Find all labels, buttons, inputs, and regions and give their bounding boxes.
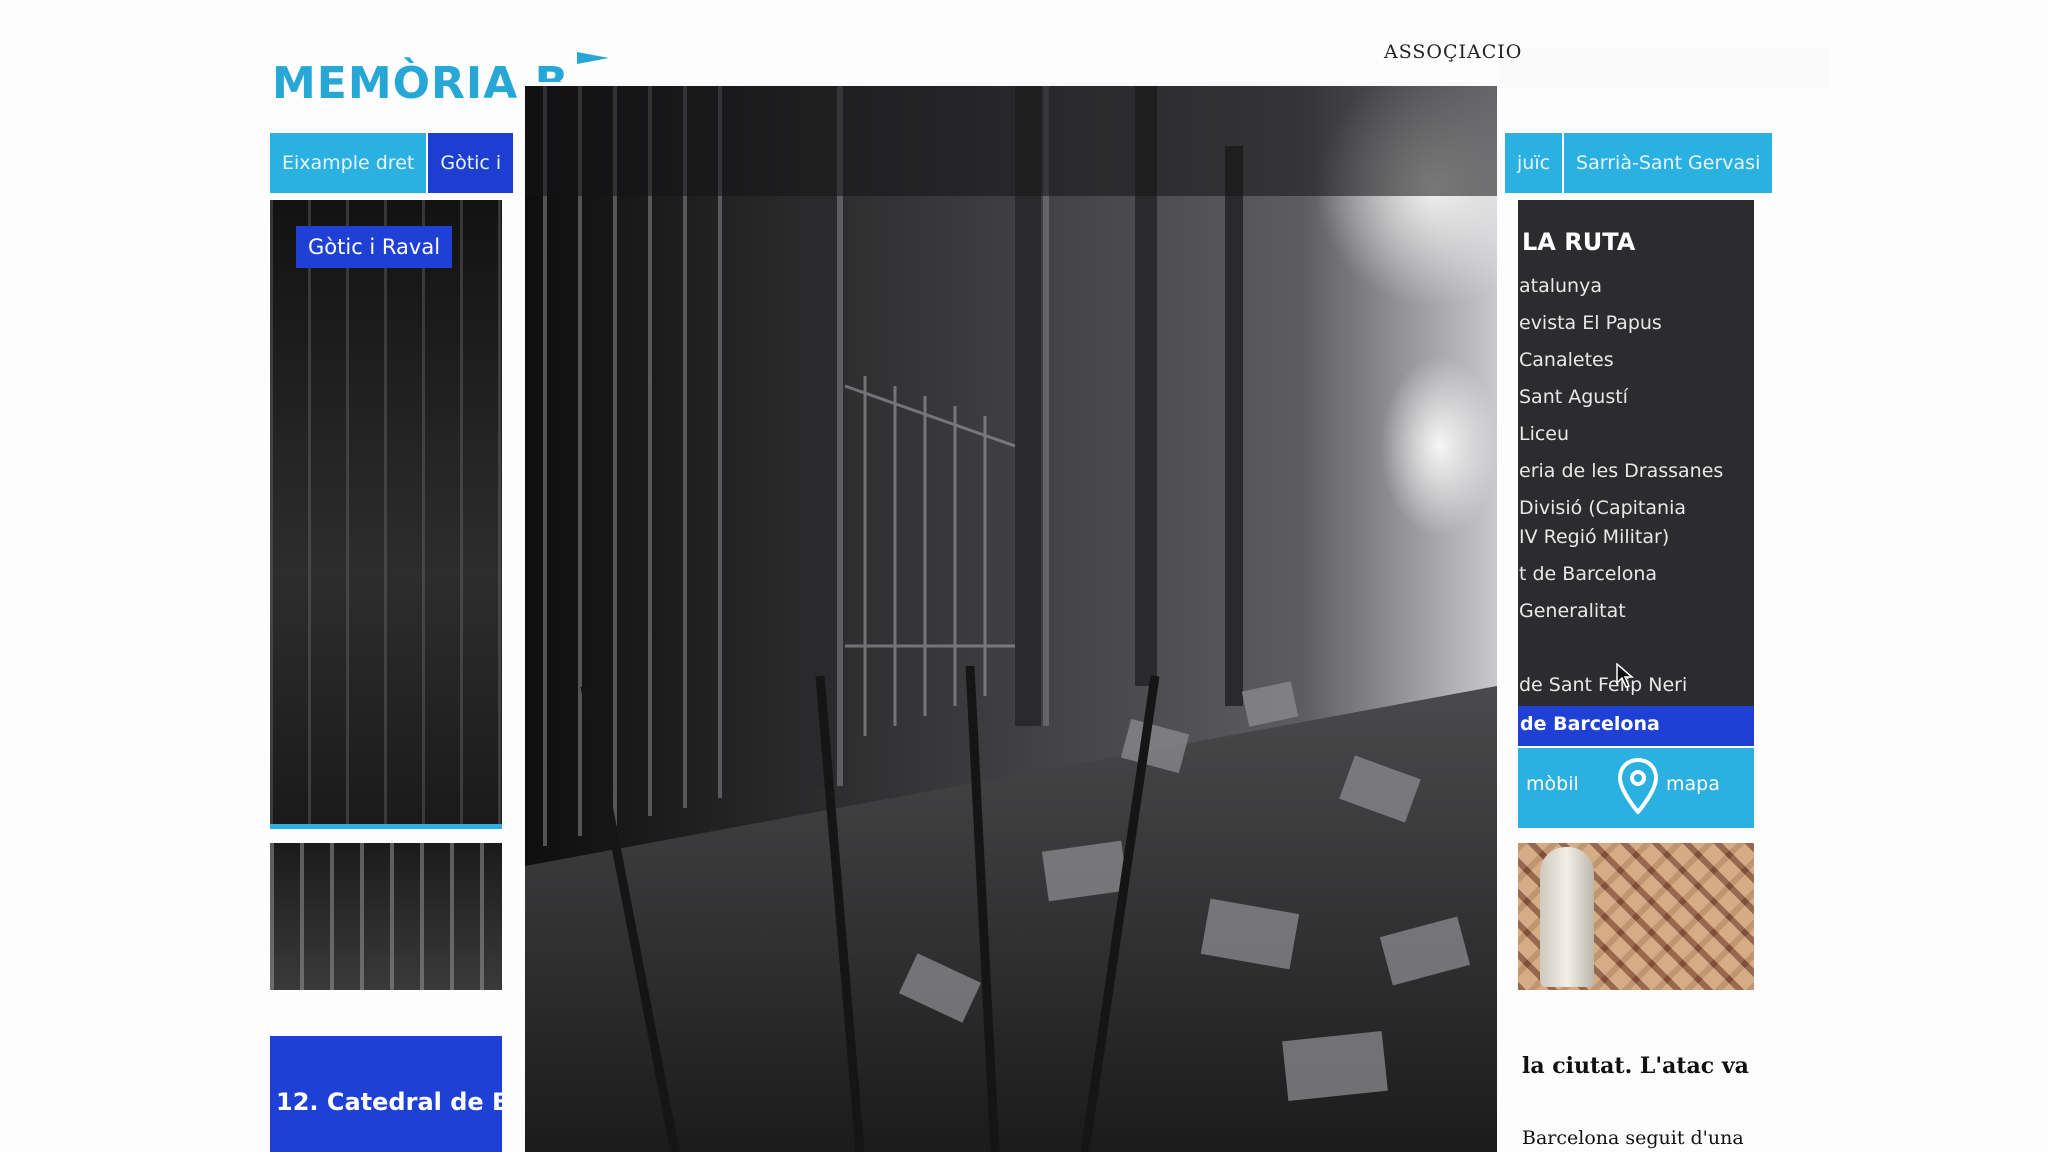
route-item[interactable]: de Sant Felip Neri [1519, 671, 1687, 700]
gallery-thumbnail[interactable] [1518, 843, 1754, 990]
gallery-thumbnail[interactable] [270, 843, 502, 990]
route-actions-bar: mòbil mapa [1518, 748, 1754, 828]
statue-image [1540, 847, 1594, 987]
tab-eixample-dret[interactable]: Eixample dret [270, 133, 429, 193]
stop-title-box: 12. Catedral de Bar [270, 1036, 502, 1152]
route-item[interactable]: atalunya [1519, 272, 1602, 301]
association-link[interactable]: ASSOÇIACIO [1384, 41, 1522, 63]
cursor-icon [1616, 663, 1634, 688]
stop-title: 12. Catedral de Bar [276, 1088, 502, 1116]
map-link[interactable]: mapa [1666, 773, 1720, 795]
header-strip [1500, 48, 1830, 88]
district-nav: Eixample dret Gòtic i [270, 133, 516, 193]
route-item[interactable]: evista El Papus [1519, 309, 1662, 338]
tab-gotic[interactable]: Gòtic i [428, 133, 516, 193]
route-item-active[interactable]: de Barcelona [1518, 706, 1754, 746]
route-item[interactable]: Canaletes [1519, 346, 1614, 375]
route-item[interactable]: Divisió (Capitania [1519, 494, 1686, 523]
mobile-link[interactable]: mòbil [1526, 773, 1579, 795]
lightbox-photo[interactable] [525, 86, 1497, 1152]
route-item[interactable]: Generalitat [1519, 597, 1626, 626]
route-item-active-label: de Barcelona [1520, 713, 1660, 735]
map-pin-icon[interactable] [1618, 758, 1658, 814]
district-nav-right: juïc Sarrià-Sant Gervasi [1505, 133, 1775, 193]
cathedral-ruins-photo [525, 86, 1497, 1152]
route-title: LA RUTA [1522, 228, 1636, 256]
hero-photo[interactable] [270, 200, 502, 829]
lightbox-header [525, 86, 1497, 196]
route-item[interactable]: eria de les Drassanes [1519, 457, 1723, 486]
article-text: la ciutat. L'atac va [1522, 1053, 1749, 1079]
route-item[interactable]: IV Regió Militar) [1519, 523, 1669, 552]
route-item[interactable]: Liceu [1519, 420, 1569, 449]
tab-sarria-sant-gervasi[interactable]: Sarrià-Sant Gervasi [1564, 133, 1775, 193]
tab-montjuic[interactable]: juïc [1505, 133, 1565, 193]
route-item[interactable]: Sant Agustí [1519, 383, 1628, 412]
route-item[interactable]: t de Barcelona [1519, 560, 1657, 589]
logo-flag-icon [577, 52, 609, 64]
district-badge: Gòtic i Raval [296, 226, 453, 268]
article-text: Barcelona seguit d'una [1522, 1127, 1744, 1149]
